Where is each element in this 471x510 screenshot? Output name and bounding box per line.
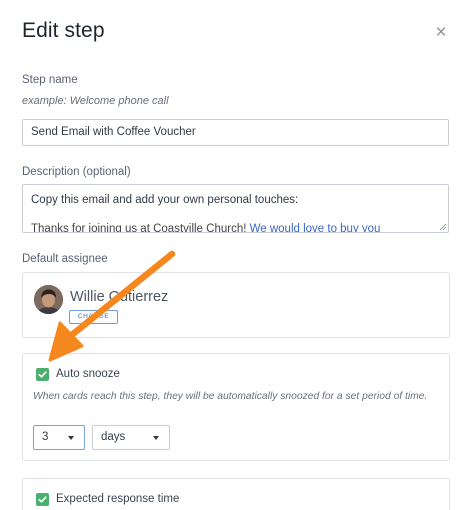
assignee-name: Willie Gutierrez	[70, 289, 169, 305]
checkmark-icon	[38, 496, 47, 503]
avatar	[34, 285, 63, 314]
auto-snooze-label: Auto snooze	[56, 368, 120, 380]
step-name-hint: example: Welcome phone call	[22, 95, 169, 107]
description-line-1: Copy this email and add your own persona…	[31, 194, 299, 206]
edit-step-modal: Edit step × Step name example: Welcome p…	[0, 0, 471, 510]
step-name-value: Send Email with Coffee Voucher	[31, 126, 196, 138]
snooze-unit-value: days	[101, 431, 126, 443]
snooze-amount-select[interactable]: 3	[33, 425, 85, 450]
description-line-2: Thanks for joining us at Coastville Chur…	[31, 223, 440, 233]
expected-response-checkbox[interactable]	[36, 493, 49, 506]
step-name-input[interactable]: Send Email with Coffee Voucher	[22, 119, 449, 146]
assignee-card: Willie Gutierrez CHANGE	[22, 272, 450, 338]
default-assignee-label: Default assignee	[22, 253, 108, 265]
description-line-2-text: Thanks for joining us at Coastville Chur…	[31, 223, 250, 233]
chevron-down-icon	[68, 436, 74, 440]
modal-title: Edit step	[22, 19, 105, 42]
change-assignee-button[interactable]: CHANGE	[69, 310, 118, 324]
description-line-2-link: We would love to buy you	[249, 223, 381, 233]
snooze-unit-select[interactable]: days	[92, 425, 170, 450]
expected-response-label: Expected response time	[56, 493, 180, 505]
description-label: Description (optional)	[22, 166, 131, 178]
step-name-label: Step name	[22, 74, 78, 86]
checkmark-icon	[38, 371, 47, 378]
resize-handle-icon[interactable]	[439, 223, 447, 231]
chevron-down-icon	[153, 436, 159, 440]
description-textarea[interactable]: Copy this email and add your own persona…	[22, 184, 449, 233]
auto-snooze-description: When cards reach this step, they will be…	[33, 391, 428, 402]
close-icon[interactable]: ×	[432, 23, 450, 42]
auto-snooze-checkbox[interactable]	[36, 368, 49, 381]
snooze-amount-value: 3	[42, 431, 49, 443]
expected-response-card: Expected response time	[22, 478, 450, 510]
auto-snooze-card: Auto snooze When cards reach this step, …	[22, 353, 450, 461]
